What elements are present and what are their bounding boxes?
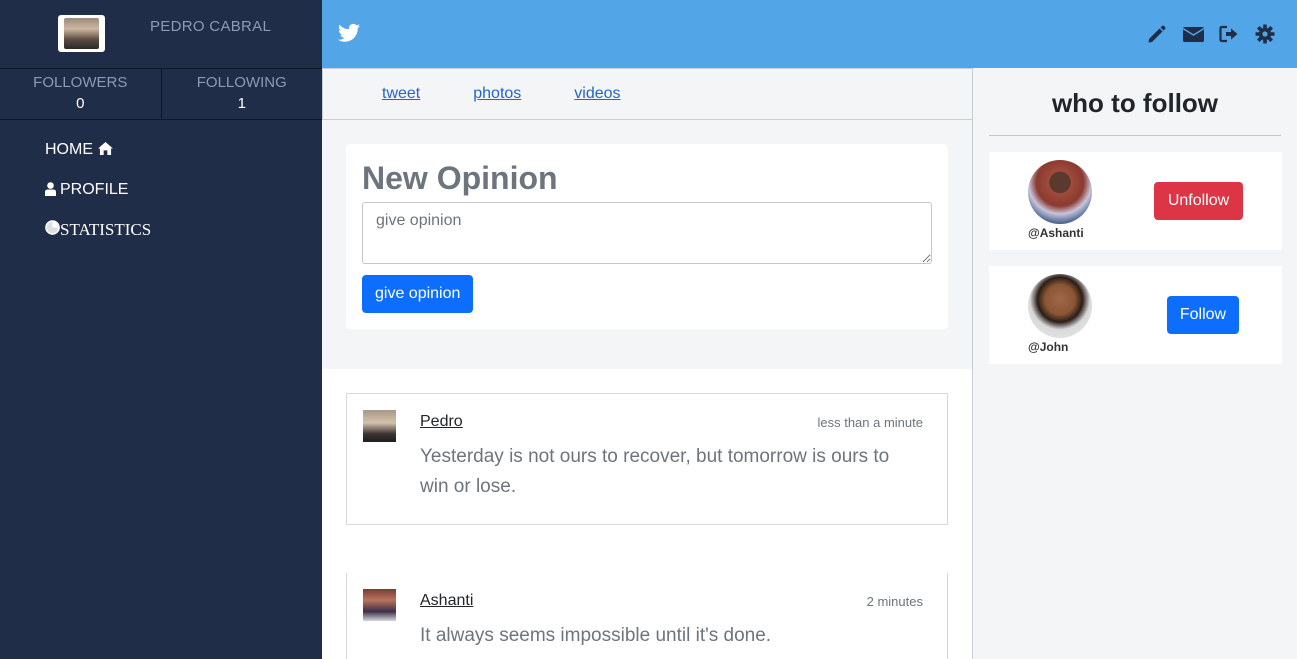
give-opinion-button[interactable]: give opinion: [362, 275, 474, 313]
following-label: FOLLOWING: [196, 74, 287, 91]
opinion-feed: Pedro less than a minute Yesterday is no…: [322, 369, 972, 659]
who-to-follow-panel: who to follow @Ashanti Unfollow @John Fo…: [972, 68, 1297, 659]
sidebar-item-home[interactable]: HOME: [0, 130, 322, 170]
twitter-bird-icon[interactable]: [338, 23, 360, 43]
divider: [989, 135, 1281, 136]
sidebar-item-profile[interactable]: PROFILE: [0, 170, 322, 210]
opinion-input[interactable]: [362, 202, 932, 264]
post-timestamp: less than a minute: [817, 414, 923, 430]
sidebar-nav: HOME PROFILE STATISTICS: [0, 120, 322, 250]
sidebar-item-statistics[interactable]: STATISTICS: [0, 210, 322, 250]
composer-title: New Opinion: [362, 160, 558, 196]
feed-post: Ashanti 2 minutes It always seems imposs…: [346, 573, 948, 659]
composer-card: New Opinion give opinion: [346, 144, 948, 329]
post-author-link[interactable]: Pedro: [420, 413, 463, 431]
avatar[interactable]: [363, 410, 396, 442]
follow-suggestion-card: @John Follow: [989, 266, 1282, 364]
post-timestamp: 2 minutes: [866, 593, 923, 609]
sidebar: PEDRO CABRAL FOLLOWERS 0 FOLLOWING 1 HOM…: [0, 0, 322, 659]
top-icons: [1147, 24, 1275, 44]
composer-section: New Opinion give opinion: [322, 120, 972, 369]
main-content: tweet photos videos New Opinion give opi…: [322, 68, 972, 659]
followers-count: 0: [76, 95, 85, 112]
sign-out-icon[interactable]: [1219, 24, 1239, 44]
avatar[interactable]: [1028, 274, 1092, 338]
tab-videos[interactable]: videos: [574, 85, 620, 103]
pencil-icon[interactable]: [1147, 24, 1167, 44]
post-text: Yesterday is not ours to recover, but to…: [420, 446, 890, 497]
profile-header: PEDRO CABRAL: [0, 0, 322, 69]
who-to-follow-title: who to follow: [1051, 88, 1219, 118]
sidebar-item-label: STATISTICS: [60, 220, 152, 239]
feed-post: Pedro less than a minute Yesterday is no…: [346, 393, 948, 525]
tab-photos[interactable]: photos: [473, 85, 521, 103]
follow-button[interactable]: Follow: [1167, 296, 1239, 334]
envelope-icon[interactable]: [1182, 24, 1205, 44]
user-handle[interactable]: @John: [1028, 340, 1068, 354]
home-icon: [98, 142, 113, 158]
top-navbar: [322, 0, 1297, 68]
pie-chart-icon: [45, 220, 60, 240]
sidebar-item-label: PROFILE: [60, 181, 129, 198]
avatar[interactable]: [1028, 160, 1092, 224]
profile-name: PEDRO CABRAL: [150, 18, 272, 35]
content-tabs: tweet photos videos: [322, 68, 972, 120]
user-icon: [45, 181, 56, 199]
post-author-link[interactable]: Ashanti: [420, 592, 473, 610]
tab-tweet[interactable]: tweet: [382, 85, 420, 103]
followers-label: FOLLOWERS: [33, 74, 128, 91]
follow-stats: FOLLOWERS 0 FOLLOWING 1: [0, 69, 322, 120]
unfollow-button[interactable]: Unfollow: [1154, 182, 1243, 220]
post-text: It always seems impossible until it's do…: [420, 625, 772, 646]
following-stat[interactable]: FOLLOWING 1: [162, 69, 323, 119]
following-count: 1: [237, 95, 246, 112]
follow-suggestion-card: @Ashanti Unfollow: [989, 152, 1282, 250]
avatar[interactable]: [58, 15, 105, 52]
followers-stat[interactable]: FOLLOWERS 0: [0, 69, 162, 119]
user-handle[interactable]: @Ashanti: [1028, 226, 1084, 240]
avatar[interactable]: [363, 589, 396, 621]
sidebar-item-label: HOME: [45, 141, 93, 158]
gear-icon[interactable]: [1255, 24, 1275, 44]
